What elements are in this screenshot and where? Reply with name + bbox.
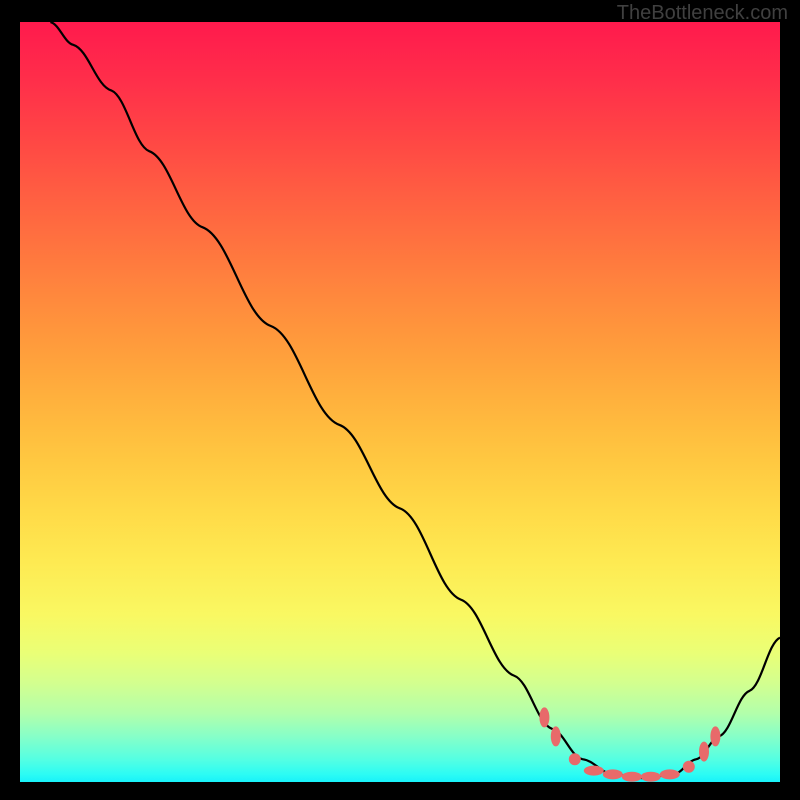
curve-marker: [539, 707, 549, 727]
curve-marker: [683, 761, 695, 773]
curve-marker: [622, 772, 642, 782]
plot-area: [20, 22, 780, 782]
curve-marker: [584, 766, 604, 776]
curve-marker: [603, 769, 623, 779]
curve-marker: [699, 742, 709, 762]
curve-marker: [569, 753, 581, 765]
curve-marker: [710, 726, 720, 746]
watermark-text: TheBottleneck.com: [617, 2, 788, 25]
bottleneck-curve: [50, 22, 780, 778]
curve-marker: [551, 726, 561, 746]
curve-marker: [660, 769, 680, 779]
curve-marker: [641, 772, 661, 782]
chart-overlay: [20, 22, 780, 782]
